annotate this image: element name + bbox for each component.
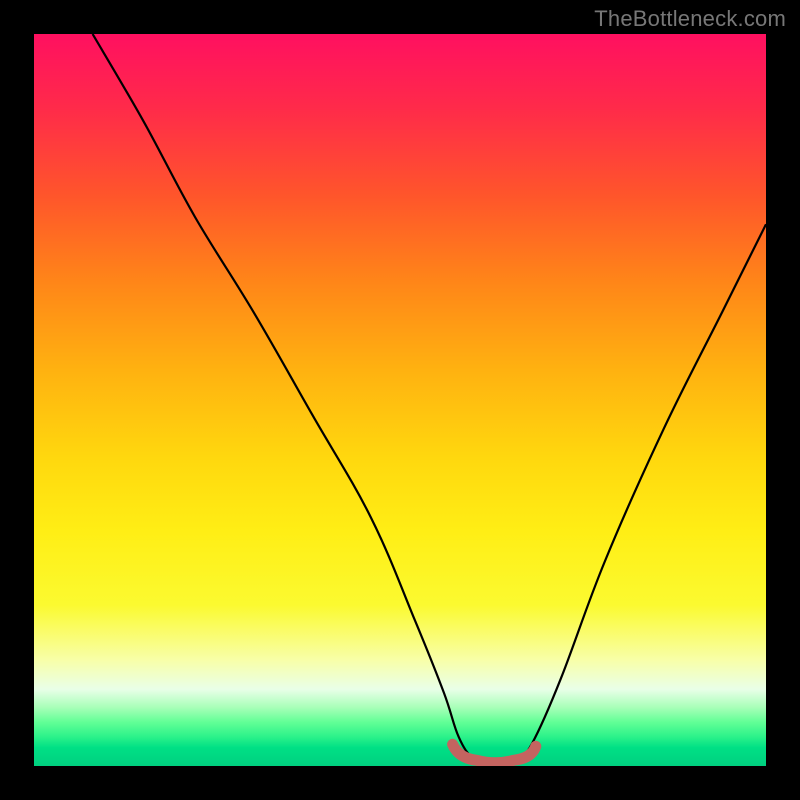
- watermark-text: TheBottleneck.com: [594, 6, 786, 32]
- chart-svg-layer: [34, 34, 766, 766]
- bottleneck-curve-line: [93, 34, 766, 763]
- chart-frame: TheBottleneck.com: [0, 0, 800, 800]
- chart-plot-area: [34, 34, 766, 766]
